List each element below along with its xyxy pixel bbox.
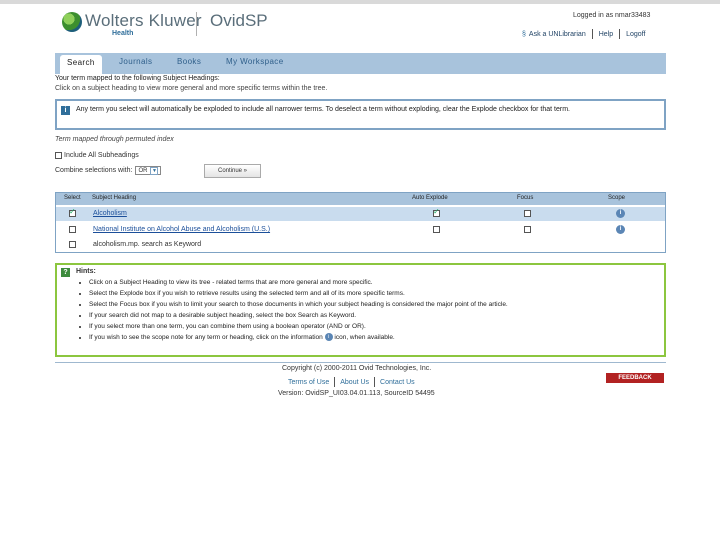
combine-row: Combine selections with: OR ▼: [55, 166, 162, 175]
about-us-link[interactable]: About Us: [340, 379, 369, 386]
link-separator: [591, 29, 593, 39]
hint-text: If you wish to see the scope note for an…: [89, 334, 323, 341]
hint-text: icon, when available.: [334, 334, 395, 341]
footer-divider: [55, 362, 666, 363]
combine-select-value: OR: [138, 167, 148, 174]
scope-info-icon[interactable]: i: [616, 209, 625, 218]
hints-box: ? Hints: Click on a Subject Heading to v…: [55, 263, 666, 357]
permuted-index-note: Term mapped through permuted index: [55, 136, 174, 143]
ask-librarian-link[interactable]: Ask a UNLibrarian: [529, 31, 586, 38]
feedback-button[interactable]: FEEDBACK: [606, 373, 664, 383]
top-border: [0, 0, 720, 4]
tab-books[interactable]: Books: [177, 57, 201, 66]
info-icon: i: [324, 333, 333, 342]
hints-title: Hints:: [76, 268, 96, 275]
table-row: Alcoholism i: [56, 207, 665, 221]
include-subheadings-label: Include All Subheadings: [64, 152, 139, 159]
focus-checkbox[interactable]: [524, 226, 531, 233]
product-name: OvidSP: [210, 11, 268, 30]
combine-label: Combine selections with:: [55, 167, 133, 174]
col-scope: Scope: [608, 195, 626, 201]
select-checkbox[interactable]: [69, 207, 76, 217]
keyword-search-label: alcoholism.mp. search as Keyword: [93, 241, 202, 248]
brand-name: Wolters Kluwer: [85, 11, 202, 30]
info-box: i Any term you select will automatically…: [55, 99, 666, 130]
link-separator: [619, 29, 621, 39]
select-checkbox[interactable]: [69, 241, 76, 248]
logo-divider: [196, 12, 197, 36]
hint-item: If you wish to see the scope note for an…: [89, 332, 508, 343]
focus-checkbox[interactable]: [524, 210, 531, 217]
version-info: Version: OvidSP_UI03.04.01.113, SourceID…: [278, 390, 435, 397]
combine-select[interactable]: OR ▼: [135, 166, 162, 175]
tab-journals[interactable]: Journals: [119, 57, 152, 66]
subject-heading-link[interactable]: National Institute on Alcohol Abuse and …: [93, 226, 270, 233]
info-icon: i: [61, 106, 70, 115]
wk-globe-icon: [62, 12, 82, 32]
mapped-instructions: Click on a subject heading to view more …: [55, 85, 328, 92]
hint-item: Select the Focus box if you wish to limi…: [89, 299, 508, 310]
col-auto-explode: Auto Explode: [412, 195, 448, 201]
link-separator: [334, 377, 336, 387]
select-checkbox[interactable]: [69, 226, 76, 233]
hint-item: If you select more than one term, you ca…: [89, 321, 508, 332]
librarian-icon: §: [522, 30, 526, 38]
tab-search[interactable]: Search: [60, 55, 102, 74]
terms-of-use-link[interactable]: Terms of Use: [288, 379, 329, 386]
wolters-kluwer-logo[interactable]: Wolters Kluwer Health: [62, 11, 202, 41]
table-row: alcoholism.mp. search as Keyword: [56, 238, 665, 252]
mapped-heading: Your term mapped to the following Subjec…: [55, 75, 220, 82]
include-subheadings-checkbox[interactable]: [55, 152, 62, 159]
chevron-down-icon: ▼: [150, 166, 159, 175]
col-focus: Focus: [517, 195, 534, 201]
main-tab-bar: Search Journals Books My Workspace: [55, 53, 666, 74]
table-row: National Institute on Alcohol Abuse and …: [56, 223, 665, 237]
continue-button[interactable]: Continue »: [204, 164, 261, 178]
info-text: Any term you select will automatically b…: [76, 106, 571, 113]
logoff-link[interactable]: Logoff: [626, 31, 645, 38]
include-subheadings: Include All Subheadings: [55, 152, 139, 159]
col-subject-heading: Subject Heading: [92, 195, 137, 201]
explode-checkbox[interactable]: [433, 207, 440, 217]
subject-heading-link[interactable]: Alcoholism: [93, 210, 127, 217]
help-link[interactable]: Help: [599, 31, 613, 38]
scope-info-icon[interactable]: i: [616, 225, 625, 234]
col-select: Select: [64, 195, 81, 201]
hint-item: If your search did not map to a desirabl…: [89, 310, 508, 321]
copyright: Copyright (c) 2000-2011 Ovid Technologie…: [282, 365, 432, 372]
hint-item: Select the Explode box if you wish to re…: [89, 288, 508, 299]
table-header: Select Subject Heading Auto Explode Focu…: [56, 193, 665, 205]
subject-heading-table: Select Subject Heading Auto Explode Focu…: [55, 192, 666, 253]
top-links: § Ask a UNLibrarian Help Logoff: [522, 29, 645, 39]
help-question-icon: ?: [61, 268, 70, 277]
hint-item: Click on a Subject Heading to view its t…: [89, 277, 508, 288]
brand-sub: Health: [112, 30, 134, 37]
hints-list: Click on a Subject Heading to view its t…: [73, 277, 508, 343]
footer-links: Terms of Use About Us Contact Us: [288, 377, 415, 387]
logged-in-status: Logged in as nmar33483: [573, 12, 651, 19]
contact-us-link[interactable]: Contact Us: [380, 379, 415, 386]
link-separator: [374, 377, 376, 387]
explode-checkbox[interactable]: [433, 226, 440, 233]
tab-my-workspace[interactable]: My Workspace: [226, 57, 284, 66]
